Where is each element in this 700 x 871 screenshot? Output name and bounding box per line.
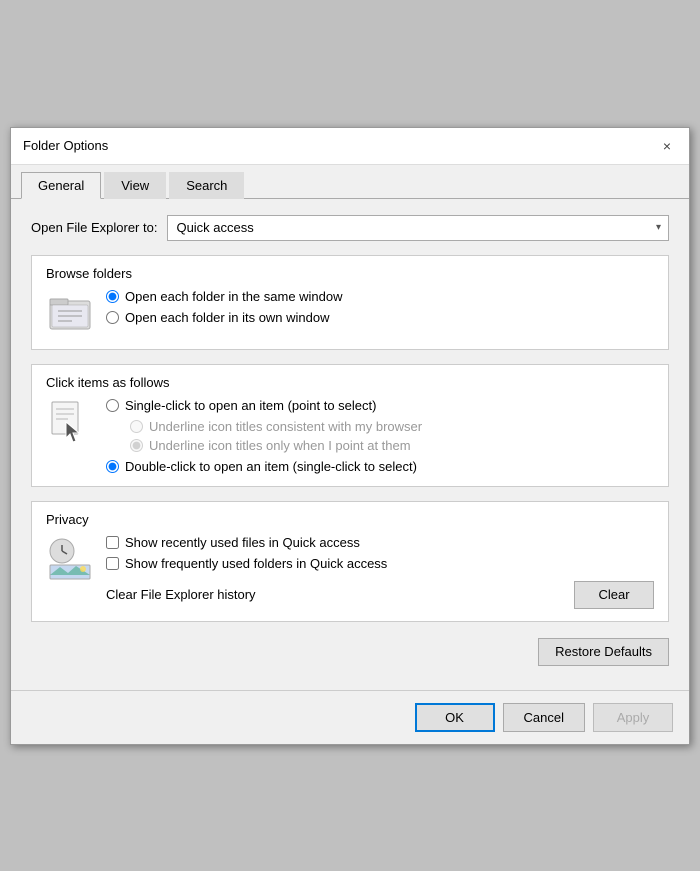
tab-search[interactable]: Search bbox=[169, 172, 244, 199]
same-window-label: Open each folder in the same window bbox=[125, 289, 343, 304]
privacy-icon bbox=[46, 535, 94, 583]
click-items-options: Single-click to open an item (point to s… bbox=[106, 398, 422, 474]
click-icon bbox=[46, 398, 94, 446]
show-frequent-label: Show frequently used folders in Quick ac… bbox=[125, 556, 387, 571]
ok-button[interactable]: OK bbox=[415, 703, 495, 732]
dialog-footer: OK Cancel Apply bbox=[11, 690, 689, 744]
general-tab-content: Open File Explorer to: Quick access This… bbox=[11, 199, 689, 690]
click-svg-icon bbox=[48, 400, 92, 444]
open-to-row: Open File Explorer to: Quick access This… bbox=[31, 215, 669, 241]
privacy-svg-icon bbox=[48, 537, 92, 581]
privacy-checkboxes: Show recently used files in Quick access… bbox=[106, 535, 654, 571]
double-click-option[interactable]: Double-click to open an item (single-cli… bbox=[106, 459, 422, 474]
underline-point-option[interactable]: Underline icon titles only when I point … bbox=[130, 438, 422, 453]
title-bar: Folder Options × bbox=[11, 128, 689, 165]
clear-button[interactable]: Clear bbox=[574, 581, 654, 609]
privacy-inner: Show recently used files in Quick access… bbox=[46, 535, 654, 609]
apply-button[interactable]: Apply bbox=[593, 703, 673, 732]
privacy-options: Show recently used files in Quick access… bbox=[106, 535, 654, 609]
underline-browser-option[interactable]: Underline icon titles consistent with my… bbox=[130, 419, 422, 434]
tab-bar: General View Search bbox=[11, 165, 689, 199]
own-window-option[interactable]: Open each folder in its own window bbox=[106, 310, 343, 325]
show-recent-option[interactable]: Show recently used files in Quick access bbox=[106, 535, 654, 550]
single-click-radio[interactable] bbox=[106, 399, 119, 412]
browse-folders-title: Browse folders bbox=[46, 266, 654, 281]
click-items-inner: Single-click to open an item (point to s… bbox=[46, 398, 654, 474]
single-click-option[interactable]: Single-click to open an item (point to s… bbox=[106, 398, 422, 413]
underline-browser-radio[interactable] bbox=[130, 420, 143, 433]
open-to-dropdown[interactable]: Quick access This PC bbox=[167, 215, 669, 241]
show-recent-label: Show recently used files in Quick access bbox=[125, 535, 360, 550]
privacy-title: Privacy bbox=[46, 512, 654, 527]
restore-defaults-row: Restore Defaults bbox=[31, 630, 669, 674]
folder-svg-icon bbox=[48, 291, 92, 335]
browse-folders-options: Open each folder in the same window Open… bbox=[106, 289, 343, 325]
underline-point-label: Underline icon titles only when I point … bbox=[149, 438, 411, 453]
dialog-title: Folder Options bbox=[23, 138, 108, 153]
underline-browser-label: Underline icon titles consistent with my… bbox=[149, 419, 422, 434]
show-frequent-option[interactable]: Show frequently used folders in Quick ac… bbox=[106, 556, 654, 571]
show-recent-checkbox[interactable] bbox=[106, 536, 119, 549]
show-frequent-checkbox[interactable] bbox=[106, 557, 119, 570]
cancel-button[interactable]: Cancel bbox=[503, 703, 585, 732]
underline-point-radio[interactable] bbox=[130, 439, 143, 452]
same-window-radio[interactable] bbox=[106, 290, 119, 303]
underline-options: Underline icon titles consistent with my… bbox=[130, 419, 422, 453]
privacy-section: Privacy bbox=[31, 501, 669, 622]
restore-defaults-button[interactable]: Restore Defaults bbox=[538, 638, 669, 666]
click-items-title: Click items as follows bbox=[46, 375, 654, 390]
double-click-radio[interactable] bbox=[106, 460, 119, 473]
own-window-radio[interactable] bbox=[106, 311, 119, 324]
browse-folders-section: Browse folders bbox=[31, 255, 669, 350]
own-window-label: Open each folder in its own window bbox=[125, 310, 330, 325]
clear-history-label: Clear File Explorer history bbox=[106, 587, 574, 602]
folder-options-dialog: Folder Options × General View Search Ope… bbox=[10, 127, 690, 745]
clear-history-row: Clear File Explorer history Clear bbox=[106, 581, 654, 609]
tab-view[interactable]: View bbox=[104, 172, 166, 199]
browse-folders-inner: Open each folder in the same window Open… bbox=[46, 289, 654, 337]
open-to-label: Open File Explorer to: bbox=[31, 220, 157, 235]
open-to-dropdown-wrapper: Quick access This PC ▾ bbox=[167, 215, 669, 241]
single-click-label: Single-click to open an item (point to s… bbox=[125, 398, 376, 413]
click-items-section: Click items as follows bbox=[31, 364, 669, 487]
browse-folders-icon bbox=[46, 289, 94, 337]
double-click-label: Double-click to open an item (single-cli… bbox=[125, 459, 417, 474]
same-window-option[interactable]: Open each folder in the same window bbox=[106, 289, 343, 304]
close-button[interactable]: × bbox=[657, 136, 677, 156]
tab-general[interactable]: General bbox=[21, 172, 101, 199]
